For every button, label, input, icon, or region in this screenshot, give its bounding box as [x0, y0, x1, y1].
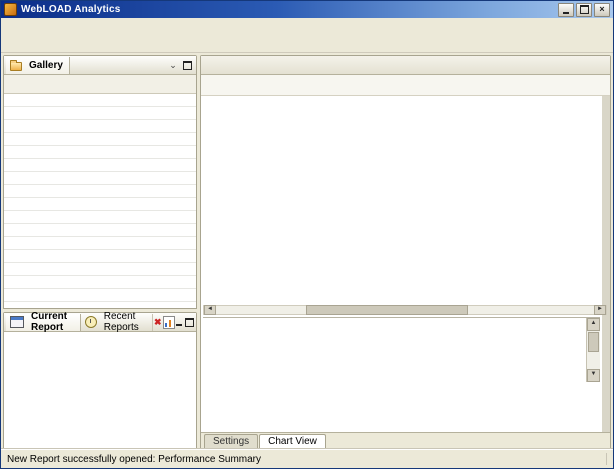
- scroll-down-icon[interactable]: ▼: [587, 369, 600, 382]
- maximize-glyph: [182, 60, 192, 70]
- gallery-toolbar: [4, 75, 196, 94]
- app-window: WebLOAD Analytics × Gallery ⌄ Current Re…: [0, 0, 614, 469]
- workbench: Gallery ⌄ Current Report Recent Reports …: [1, 53, 613, 449]
- scrollbar-thumb[interactable]: [306, 305, 468, 315]
- report-panel-maximize-icon[interactable]: [184, 316, 194, 329]
- current-report-panel-header: Current Report Recent Reports ✖: [4, 311, 196, 333]
- scroll-right-icon[interactable]: ►: [594, 305, 606, 315]
- minimize-icon: [563, 11, 569, 14]
- statistics-table: ▲ ▼: [203, 317, 600, 382]
- vscrollbar-thumb[interactable]: [588, 332, 599, 352]
- maximize-button[interactable]: [576, 2, 592, 17]
- editor-area: ◄ ► ▲ ▼ Settings Chart View: [200, 55, 611, 449]
- maximize-icon: [579, 5, 589, 14]
- recent-reports-tab-label: Recent Reports: [103, 311, 139, 333]
- scroll-left-icon[interactable]: ◄: [204, 305, 216, 315]
- report-icon: [162, 315, 175, 329]
- horizontal-scrollbar[interactable]: ◄ ►: [203, 305, 607, 315]
- current-report-tab-label: Current Report: [31, 311, 68, 333]
- app-icon: [4, 3, 17, 16]
- close-button[interactable]: ×: [594, 2, 610, 17]
- editor-tab-bar: [201, 56, 610, 75]
- gallery-panel: Gallery ⌄: [3, 55, 197, 309]
- report-panel-minimize-icon[interactable]: [175, 316, 185, 329]
- open-report-icon[interactable]: [162, 315, 175, 329]
- window-title: WebLOAD Analytics: [21, 4, 121, 15]
- minimize-button[interactable]: [558, 2, 574, 17]
- status-message: New Report successfully opened: Performa…: [7, 453, 261, 465]
- gallery-maximize-icon[interactable]: [180, 59, 194, 72]
- view-menu-chevron-icon[interactable]: ⌄: [166, 59, 180, 72]
- gallery-tree: [4, 94, 196, 308]
- title-bar[interactable]: WebLOAD Analytics ×: [1, 1, 613, 18]
- tab-chart-view[interactable]: Chart View: [259, 434, 326, 448]
- performance-chart: [203, 96, 613, 304]
- status-divider: [606, 453, 607, 465]
- gallery-tab-label: Gallery: [29, 59, 63, 71]
- current-report-icon: [10, 316, 24, 328]
- chart-area: [203, 96, 600, 304]
- recent-reports-icon: [84, 316, 97, 328]
- editor-content: ◄ ► ▲ ▼: [201, 96, 610, 432]
- main-toolbar: [1, 33, 613, 53]
- current-report-tree: [4, 332, 196, 448]
- current-report-panel: Current Report Recent Reports ✖: [3, 311, 197, 449]
- chart-toolbar: [201, 75, 610, 96]
- tab-gallery[interactable]: Gallery: [6, 56, 70, 74]
- gallery-panel-header: Gallery ⌄: [4, 56, 196, 75]
- close-report-icon[interactable]: ✖: [153, 316, 163, 329]
- gallery-icon: [10, 59, 22, 71]
- scroll-up-icon[interactable]: ▲: [587, 318, 600, 331]
- menu-bar: [1, 18, 613, 33]
- tab-settings[interactable]: Settings: [204, 434, 259, 448]
- tab-current-report[interactable]: Current Report: [6, 311, 81, 333]
- vertical-scrollbar[interactable]: ▲ ▼: [586, 318, 600, 382]
- editor-bottom-tabs: Settings Chart View: [201, 432, 610, 448]
- tab-recent-reports[interactable]: Recent Reports: [81, 311, 153, 333]
- status-bar: New Report successfully opened: Performa…: [1, 449, 613, 468]
- left-column: Gallery ⌄ Current Report Recent Reports …: [3, 55, 197, 449]
- minimize-glyph: [176, 324, 183, 326]
- maximize-glyph: [184, 317, 194, 327]
